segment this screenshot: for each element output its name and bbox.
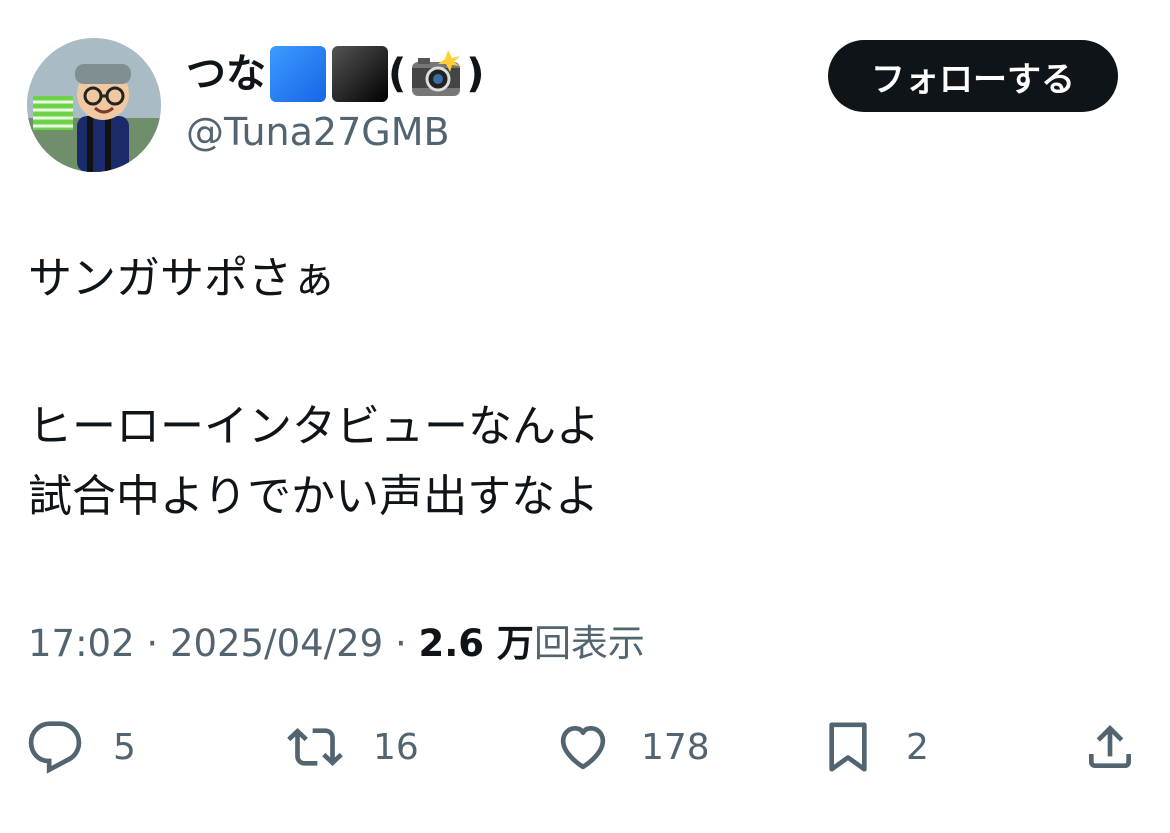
heart-icon xyxy=(560,726,606,770)
black-square-icon xyxy=(332,46,388,102)
meta-separator: · xyxy=(134,622,170,665)
paren-open: ( xyxy=(388,51,407,97)
reply-button[interactable]: 5 xyxy=(27,712,136,782)
paren-close: ) xyxy=(466,51,485,97)
retweet-button[interactable]: 16 xyxy=(287,712,419,782)
tweet-line: サンガサポさぁ xyxy=(28,253,336,304)
tweet-time[interactable]: 17:02 xyxy=(28,622,135,665)
camera-with-flash-icon xyxy=(412,50,461,96)
user-handle[interactable]: @Tuna27GMB xyxy=(186,108,450,156)
share-icon xyxy=(1089,725,1131,768)
meta-separator: · xyxy=(383,622,419,665)
retweet-icon xyxy=(287,728,343,766)
bookmark-count: 2 xyxy=(906,726,929,768)
reply-icon xyxy=(28,721,82,774)
display-name[interactable]: つな xyxy=(186,44,266,104)
bookmark-icon xyxy=(829,722,867,772)
tweet-meta: 17:02 · 2025/04/29 · 2.6 万回表示 xyxy=(28,617,645,671)
tweet-line: 試合中よりでかい声出すなよ xyxy=(28,471,600,522)
like-count: 178 xyxy=(641,726,710,768)
display-name-row[interactable]: つな ( ) xyxy=(186,44,485,104)
reply-count: 5 xyxy=(113,726,136,768)
like-button[interactable]: 178 xyxy=(555,712,710,782)
views-label: 回表示 xyxy=(533,622,645,665)
tweet-date[interactable]: 2025/04/29 xyxy=(170,622,383,665)
bookmark-button[interactable]: 2 xyxy=(820,712,929,782)
retweet-count: 16 xyxy=(373,726,419,768)
follow-button[interactable]: フォローする xyxy=(828,40,1118,112)
action-bar: 5 16 178 2 xyxy=(0,712,1170,782)
views-count: 2.6 万 xyxy=(418,622,534,665)
avatar-image xyxy=(27,38,161,172)
share-button[interactable] xyxy=(1082,712,1138,782)
blue-square-icon xyxy=(270,46,326,102)
tweet-line: ヒーローインタビューなんよ xyxy=(28,401,600,452)
tweet-text: サンガサポさぁ ヒーローインタビューなんよ 試合中よりでかい声出すなよ xyxy=(28,244,600,532)
avatar[interactable] xyxy=(27,38,161,172)
